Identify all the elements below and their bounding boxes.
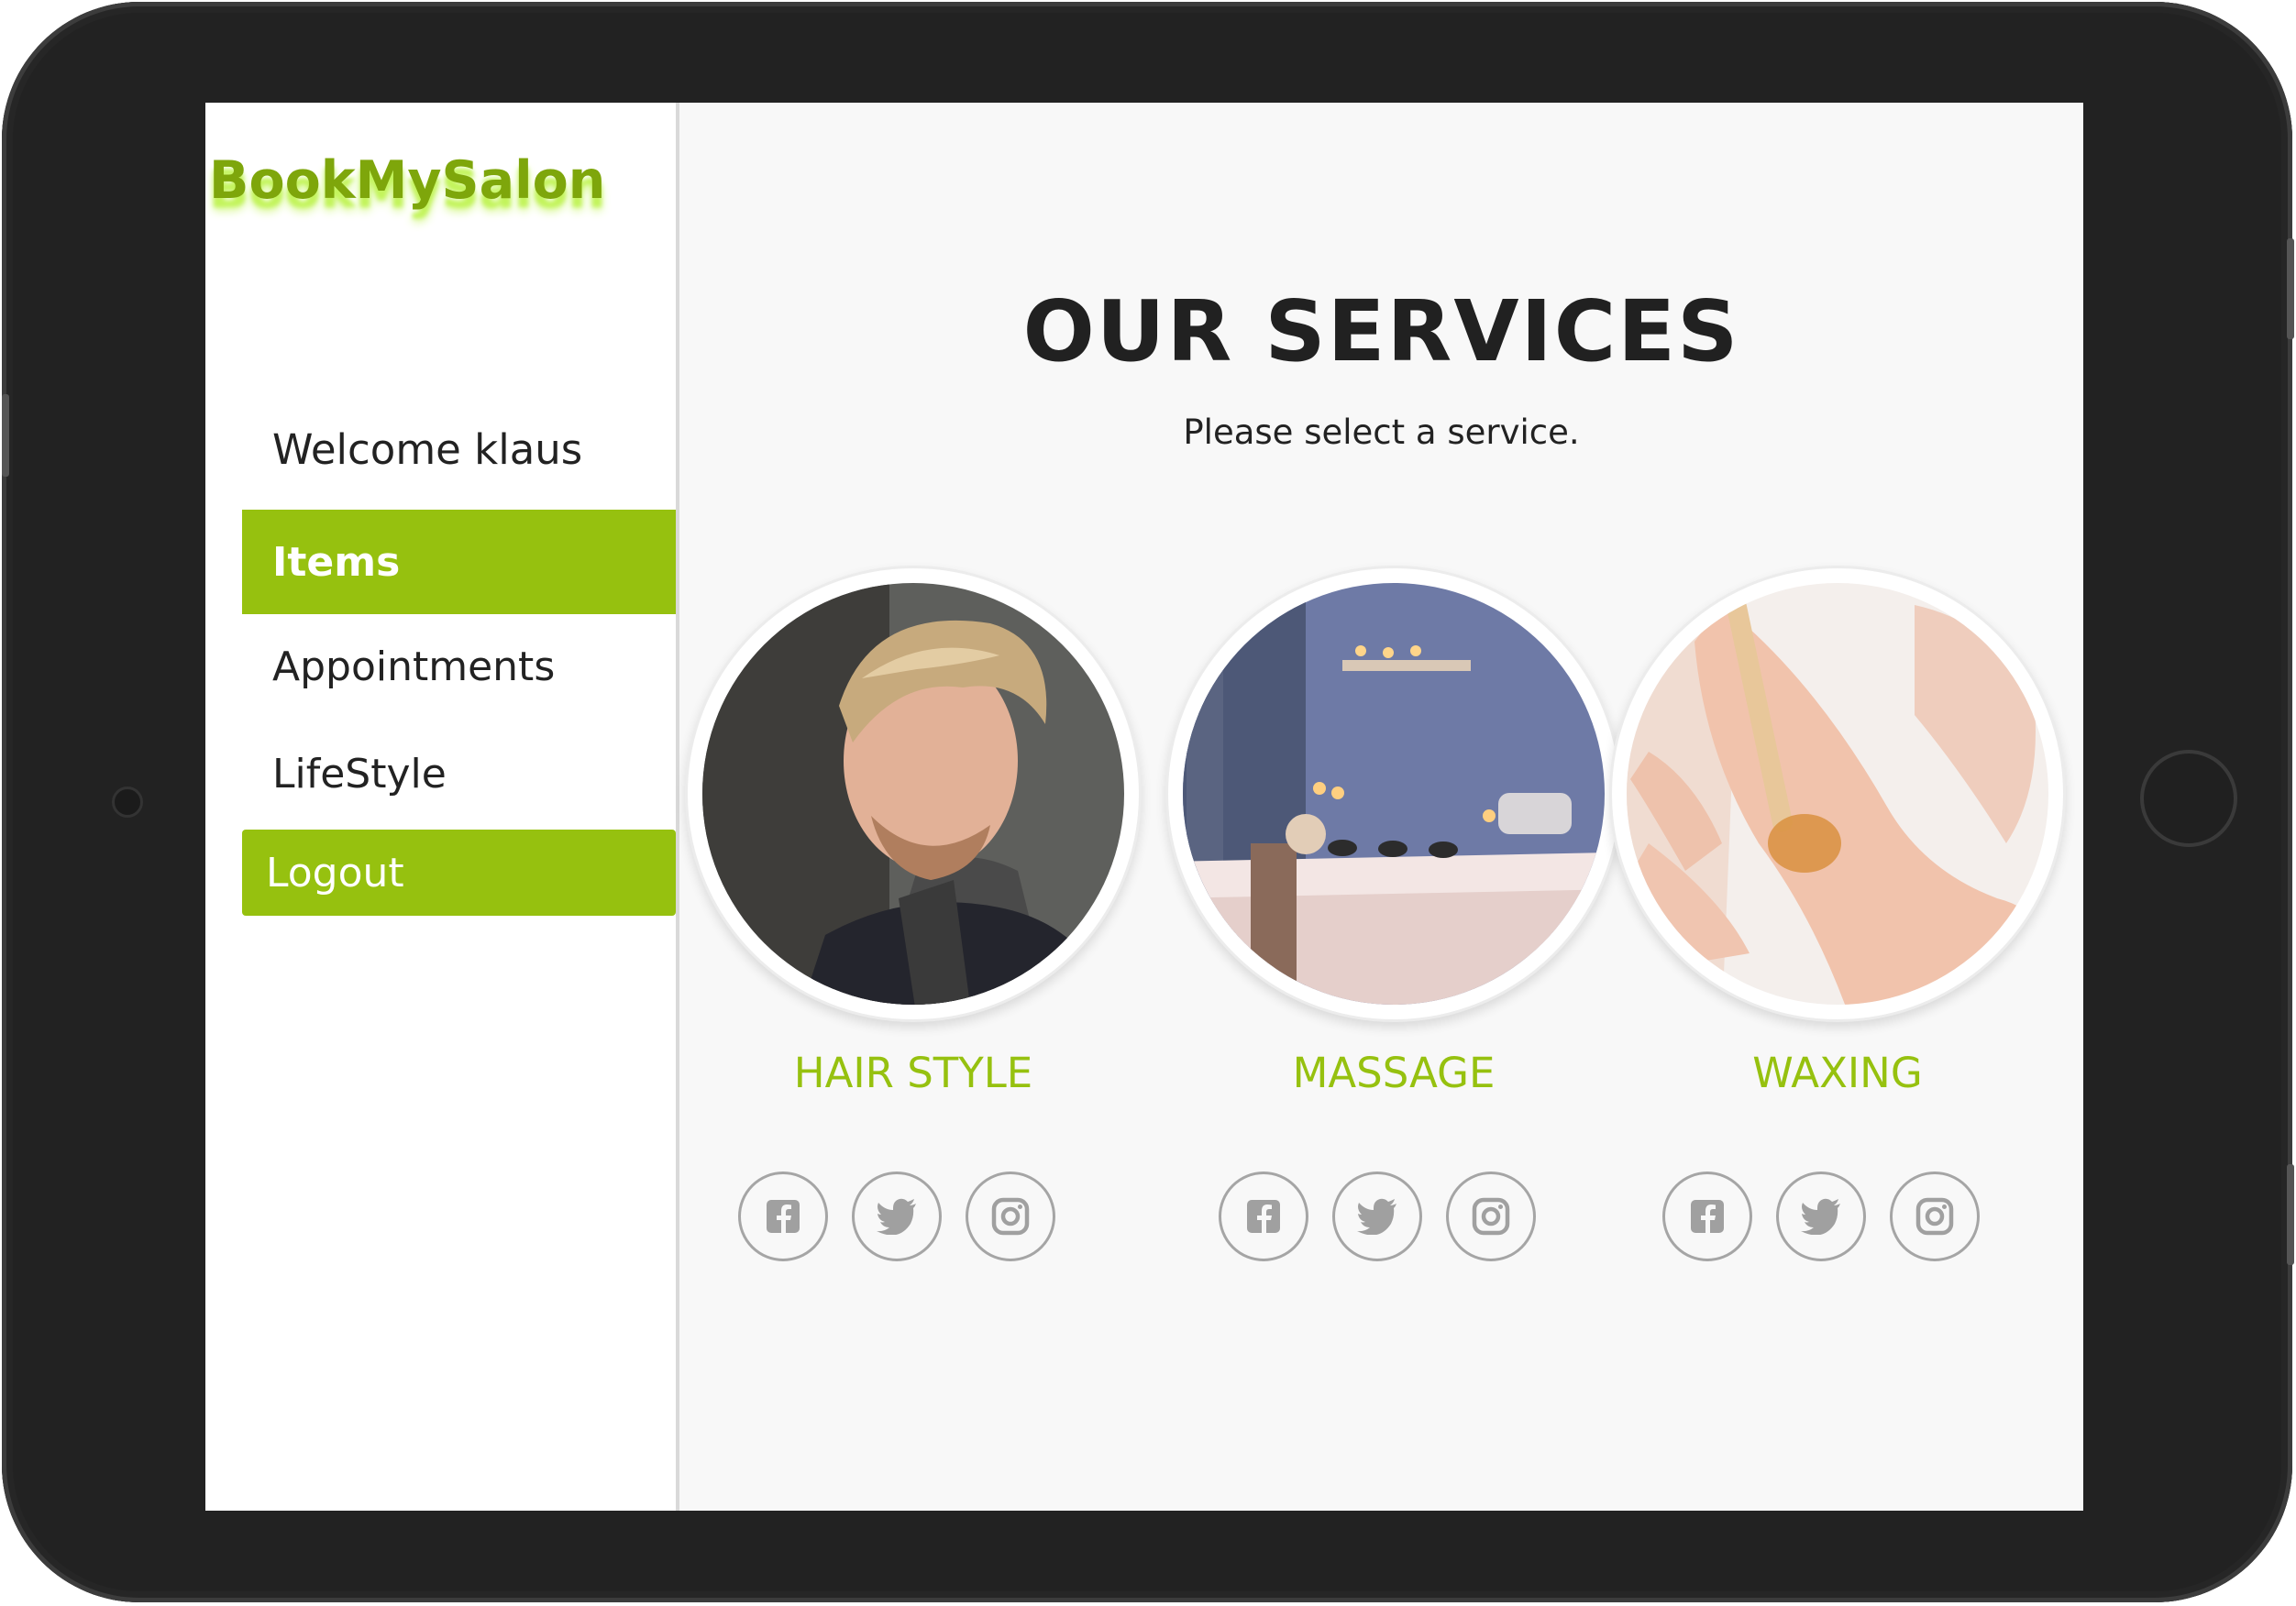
main-content: OUR SERVICES Please select a service. HA… — [679, 103, 2083, 1511]
man-hairstyle-photo[interactable] — [685, 566, 1142, 1022]
social-links — [1662, 1172, 2011, 1269]
twitter-icon[interactable] — [852, 1172, 942, 1261]
leg-waxing-photo[interactable] — [1609, 566, 2066, 1022]
social-links — [738, 1172, 1087, 1269]
social-links — [1219, 1172, 1567, 1269]
sidebar-item-lifestyle[interactable]: LifeStyle — [242, 721, 676, 826]
instagram-icon[interactable] — [1446, 1172, 1536, 1261]
service-name-hair-style[interactable]: HAIR STYLE — [684, 1049, 1142, 1097]
page-subtitle: Please select a service. — [1183, 412, 1580, 452]
app-screen: BookMySalon Welcome klaus Items Appointm… — [205, 103, 2083, 1511]
instagram-icon[interactable] — [1890, 1172, 1980, 1261]
service-card-waxing: WAXING — [1608, 566, 2067, 1381]
welcome-text: Welcome klaus — [272, 424, 583, 474]
facebook-icon[interactable] — [738, 1172, 828, 1261]
sidebar-item-appointments[interactable]: Appointments — [242, 614, 676, 719]
volume-key — [2287, 1164, 2294, 1265]
service-card-hair-style: HAIR STYLE — [684, 566, 1142, 1381]
volume-key — [2287, 238, 2294, 339]
service-card-massage: MASSAGE — [1165, 566, 1623, 1381]
brand-logo[interactable]: BookMySalon — [209, 150, 605, 211]
volume-key — [2, 394, 9, 477]
instagram-icon[interactable] — [966, 1172, 1055, 1261]
home-button[interactable] — [2140, 750, 2237, 847]
page-title: OUR SERVICES — [1022, 282, 1740, 380]
service-name-massage[interactable]: MASSAGE — [1165, 1049, 1623, 1097]
facebook-icon[interactable] — [1662, 1172, 1752, 1261]
sidebar: BookMySalon Welcome klaus Items Appointm… — [205, 103, 679, 1511]
camera-lens — [112, 786, 143, 818]
twitter-icon[interactable] — [1332, 1172, 1422, 1261]
sidebar-item-items[interactable]: Items — [242, 510, 676, 614]
twitter-icon[interactable] — [1776, 1172, 1866, 1261]
facebook-icon[interactable] — [1219, 1172, 1308, 1261]
logout-button[interactable]: Logout — [242, 830, 676, 916]
service-name-waxing[interactable]: WAXING — [1608, 1049, 2067, 1097]
massage-room-photo[interactable] — [1165, 566, 1622, 1022]
